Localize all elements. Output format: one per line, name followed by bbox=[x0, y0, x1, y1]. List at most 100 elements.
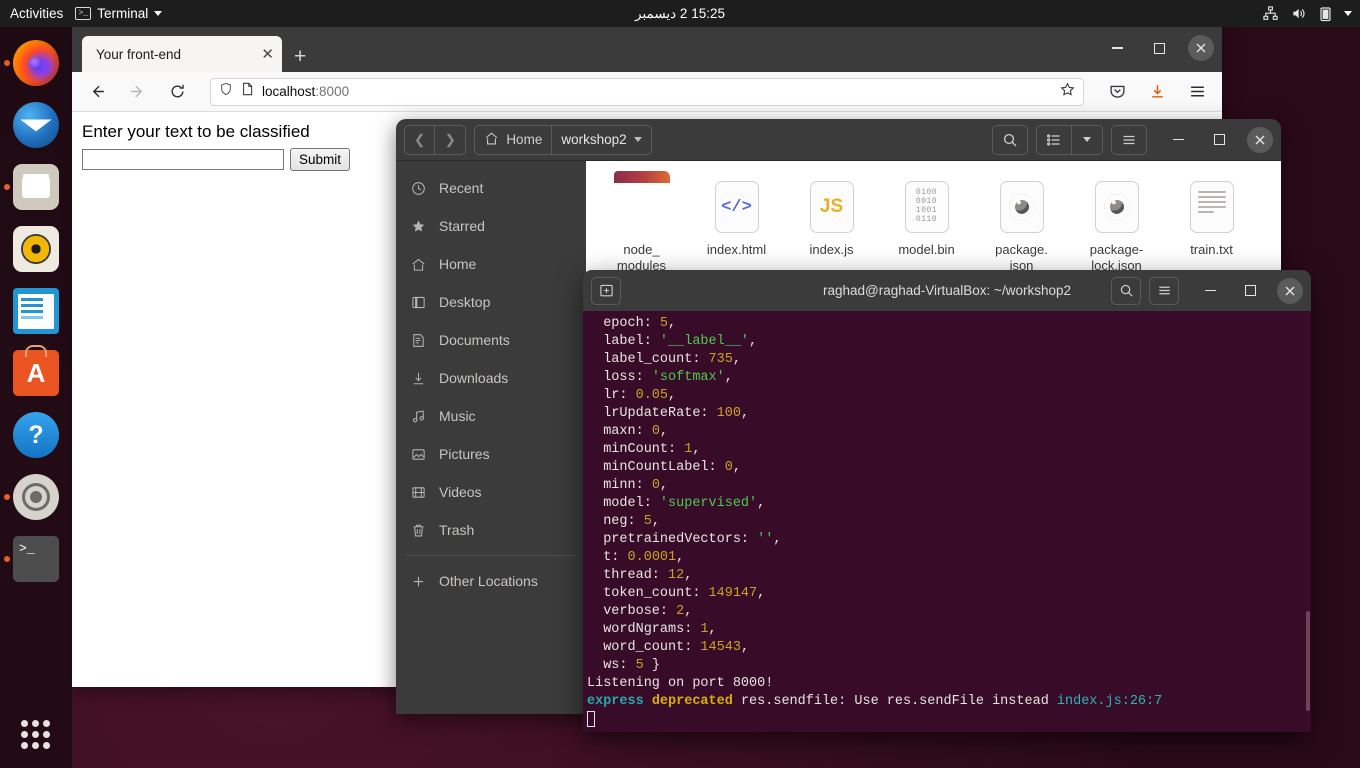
sidebar-item-downloads[interactable]: Downloads bbox=[396, 359, 586, 397]
history-buttons: ❮ ❯ bbox=[404, 124, 467, 155]
list-view-icon[interactable] bbox=[1037, 125, 1072, 154]
dock-item-terminal[interactable]: >_ bbox=[4, 531, 64, 587]
submit-button[interactable]: Submit bbox=[290, 148, 351, 171]
dock-item-firefox[interactable] bbox=[4, 35, 64, 91]
sidebar-item-home[interactable]: Home bbox=[396, 245, 586, 283]
file-item-package-lock-json[interactable]: package- lock.json bbox=[1069, 175, 1164, 275]
hamburger-menu-icon[interactable] bbox=[1149, 276, 1179, 305]
terminal-line: minCountLabel: 0, bbox=[587, 460, 741, 475]
forward-button[interactable] bbox=[124, 79, 150, 105]
close-button[interactable] bbox=[1188, 35, 1214, 61]
maximize-button[interactable] bbox=[1146, 35, 1172, 61]
terminal-line: express deprecated res.sendfile: Use res… bbox=[587, 694, 1163, 709]
close-icon[interactable]: ✕ bbox=[261, 47, 274, 62]
minimize-button[interactable] bbox=[1165, 127, 1191, 153]
terminal-line: pretrainedVectors: '', bbox=[587, 532, 782, 547]
chevron-down-icon[interactable] bbox=[1344, 11, 1352, 16]
show-applications-button[interactable] bbox=[21, 720, 51, 750]
reload-button[interactable] bbox=[164, 79, 190, 105]
breadcrumb-current[interactable]: workshop2 bbox=[552, 125, 651, 154]
pocket-icon[interactable] bbox=[1104, 79, 1130, 105]
downloads-icon[interactable] bbox=[1144, 79, 1170, 105]
search-button-group bbox=[992, 124, 1028, 155]
download-icon bbox=[410, 370, 427, 387]
activities-button[interactable]: Activities bbox=[0, 6, 75, 21]
file-label: index.js bbox=[809, 242, 854, 257]
url-bar[interactable]: localhost:8000 bbox=[210, 77, 1084, 106]
app-menu-terminal[interactable]: >_ Terminal bbox=[75, 6, 163, 21]
home-icon bbox=[484, 131, 499, 149]
terminal-lines: epoch: 5, label: '__label__', label_coun… bbox=[587, 315, 1311, 711]
dock-item-libreoffice-writer[interactable] bbox=[8, 283, 64, 339]
menu-icon[interactable] bbox=[1184, 79, 1210, 105]
sidebar-item-desktop[interactable]: Desktop bbox=[396, 283, 586, 321]
grid-dot bbox=[32, 731, 39, 738]
file-item-index-js[interactable]: JS index.js bbox=[784, 175, 879, 275]
minimize-button[interactable] bbox=[1197, 278, 1223, 304]
terminal-line: thread: 12, bbox=[587, 568, 693, 583]
dock-item-help[interactable]: ? bbox=[8, 407, 64, 463]
sidebar-item-starred[interactable]: Starred bbox=[396, 207, 586, 245]
terminal-line: token_count: 149147, bbox=[587, 586, 766, 601]
terminal-window-controls bbox=[1197, 277, 1303, 304]
browser-tab[interactable]: Your front-end ✕ bbox=[82, 36, 282, 72]
clock[interactable]: 15:25 2 ديسمبر bbox=[0, 6, 1360, 22]
back-button[interactable]: ❮ bbox=[405, 125, 436, 154]
firefox-navigation-bar: localhost:8000 bbox=[72, 72, 1222, 112]
terminal-line: Listening on port 8000! bbox=[587, 676, 774, 691]
dock-item-rhythmbox[interactable] bbox=[8, 221, 64, 277]
sidebar-item-other-locations[interactable]: Other Locations bbox=[396, 562, 586, 600]
dock-item-settings[interactable] bbox=[4, 469, 64, 525]
sidebar-item-label: Recent bbox=[439, 180, 484, 196]
file-item-index-html[interactable]: </> index.html bbox=[689, 175, 784, 275]
sidebar-item-music[interactable]: Music bbox=[396, 397, 586, 435]
sidebar-item-documents[interactable]: Documents bbox=[396, 321, 586, 359]
sidebar-item-videos[interactable]: Videos bbox=[396, 473, 586, 511]
terminal-output[interactable]: epoch: 5, label: '__label__', label_coun… bbox=[583, 311, 1311, 732]
firefox-titlebar: Your front-end ✕ + bbox=[72, 27, 1222, 72]
terminal-icon: >_ bbox=[13, 536, 59, 582]
dock-item-ubuntu-software[interactable]: A bbox=[8, 345, 64, 401]
close-button[interactable] bbox=[1247, 126, 1273, 153]
new-tab-icon[interactable] bbox=[591, 276, 621, 305]
help-icon: ? bbox=[13, 412, 59, 458]
sidebar-item-pictures[interactable]: Pictures bbox=[396, 435, 586, 473]
bookmark-star-icon[interactable] bbox=[1060, 81, 1075, 102]
terminal-scrollbar[interactable] bbox=[1305, 311, 1311, 732]
search-icon[interactable] bbox=[993, 125, 1027, 154]
terminal-icon: >_ bbox=[75, 7, 92, 20]
home-icon bbox=[410, 256, 427, 273]
system-tray[interactable] bbox=[1263, 6, 1352, 22]
breadcrumb: Home workshop2 bbox=[474, 124, 652, 155]
video-icon bbox=[410, 484, 427, 501]
dock-item-thunderbird[interactable] bbox=[8, 97, 64, 153]
binary-glyph: 0100 0010 1001 0110 bbox=[915, 188, 938, 224]
search-icon[interactable] bbox=[1111, 276, 1141, 305]
back-button[interactable] bbox=[84, 79, 110, 105]
sidebar-item-trash[interactable]: Trash bbox=[396, 511, 586, 549]
terminal-line: t: 0.0001, bbox=[587, 550, 685, 565]
view-options-dropdown[interactable] bbox=[1072, 125, 1102, 154]
file-item-model-bin[interactable]: 0100 0010 1001 0110 model.bin bbox=[879, 175, 974, 275]
minimize-button[interactable] bbox=[1104, 35, 1130, 61]
maximize-button[interactable] bbox=[1237, 278, 1263, 304]
maximize-button[interactable] bbox=[1206, 127, 1232, 153]
file-item-node-modules[interactable]: node_ modules bbox=[594, 175, 689, 275]
json-file-icon bbox=[994, 179, 1050, 235]
breadcrumb-home[interactable]: Home bbox=[475, 125, 553, 154]
picture-icon bbox=[410, 446, 427, 463]
sidebar-divider bbox=[406, 555, 576, 556]
close-button[interactable] bbox=[1277, 277, 1303, 304]
gear-icon bbox=[13, 474, 59, 520]
url-port: :8000 bbox=[315, 84, 350, 99]
file-item-package-json[interactable]: package. json bbox=[974, 175, 1069, 275]
chevron-down-icon bbox=[1083, 137, 1091, 142]
forward-button[interactable]: ❯ bbox=[435, 125, 466, 154]
dock-item-files[interactable] bbox=[4, 159, 64, 215]
file-item-train-txt[interactable]: train.txt bbox=[1164, 175, 1259, 275]
sidebar-item-recent[interactable]: Recent bbox=[396, 169, 586, 207]
sidebar-item-label: Other Locations bbox=[439, 573, 538, 589]
hamburger-menu-icon[interactable] bbox=[1112, 125, 1146, 154]
text-input[interactable] bbox=[82, 149, 284, 170]
new-tab-button[interactable]: + bbox=[294, 46, 306, 67]
